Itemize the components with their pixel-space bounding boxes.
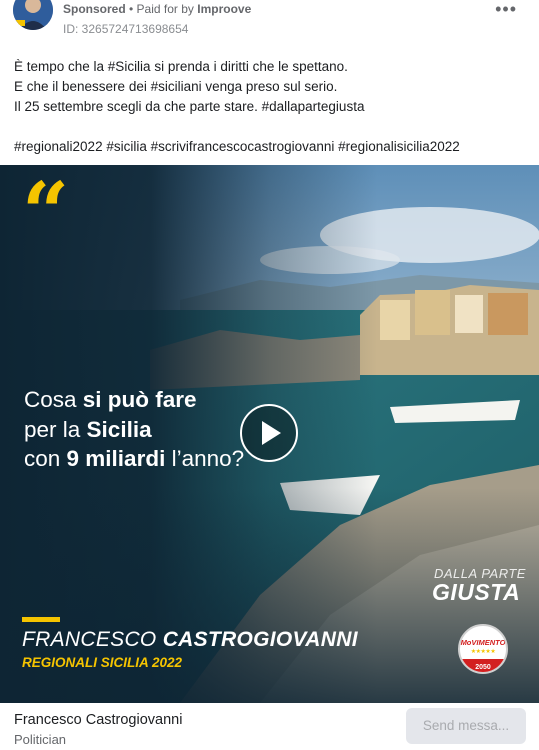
ad-card: Sponsored • Paid for by Improove ID: 326… (0, 0, 539, 750)
accent-bar (22, 617, 60, 622)
sponsored-line: Sponsored • Paid for by Improove (63, 2, 251, 16)
play-button[interactable] (240, 404, 298, 462)
page-avatar[interactable] (13, 0, 53, 30)
post-hashtags[interactable]: #regionali2022 #sicilia #scrivifrancesco… (14, 137, 529, 157)
candidate-name: FRANCESCO CASTROGIOVANNI (22, 628, 358, 651)
post-line-3: Il 25 settembre scegli da che parte star… (14, 99, 365, 114)
page-name[interactable]: Francesco Castrogiovanni (14, 712, 182, 728)
brand-slogan-main: GIUSTA (432, 579, 521, 605)
payer-link[interactable]: Improove (197, 2, 251, 16)
send-message-button[interactable]: Send messa... (406, 708, 526, 744)
video-headline: Cosa si può fare per la Sicilia con 9 mi… (24, 387, 245, 471)
ad-id: ID: 3265724713698654 (63, 22, 189, 36)
separator: • (125, 2, 137, 16)
ad-footer: Francesco Castrogiovanni Politician Send… (0, 703, 539, 750)
video-media[interactable]: “ Cosa si può fare per la Sicilia con 9 … (0, 165, 539, 703)
post-line-1: È tempo che la #Sicilia si prenda i diri… (14, 59, 348, 74)
candidate-subtitle: REGIONALI SICILIA 2022 (22, 655, 183, 670)
party-logo: MoVIMENTO ★★★★★ 2050 (458, 624, 508, 674)
post-text: È tempo che la #Sicilia si prenda i diri… (14, 57, 529, 157)
sponsored-label: Sponsored (63, 2, 126, 16)
play-icon (262, 421, 281, 445)
quote-mark-icon: “ (22, 172, 70, 232)
post-line-2: E che il benessere dei #siciliani venga … (14, 79, 338, 94)
page-category: Politician (14, 732, 67, 747)
paid-for-prefix: Paid for by (136, 2, 198, 16)
more-options-icon[interactable]: ••• (495, 0, 517, 18)
